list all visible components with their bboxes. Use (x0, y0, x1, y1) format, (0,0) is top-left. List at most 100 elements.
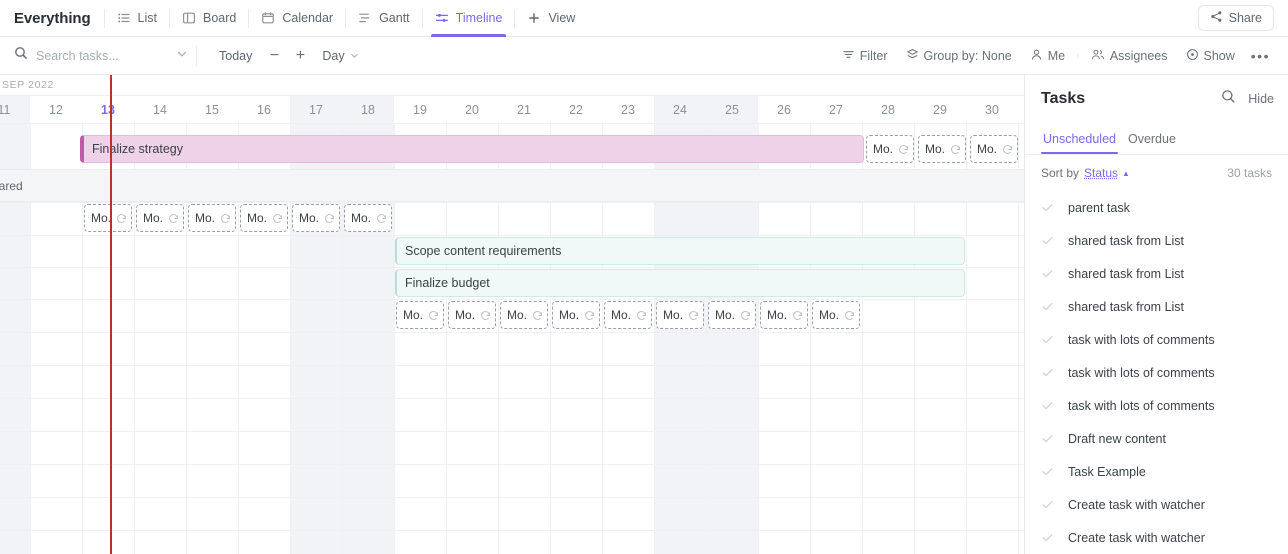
zoom-in-button[interactable]: + (288, 43, 312, 68)
timeline-milestone-chip[interactable]: Mo... (552, 301, 600, 329)
timeline-milestone-chip[interactable]: Mo... (970, 135, 1018, 163)
day-header-27[interactable]: 27 (810, 96, 862, 123)
day-header-28[interactable]: 28 (862, 96, 914, 123)
timeline-task-bar[interactable]: Finalize budget (395, 269, 965, 297)
check-icon[interactable] (1041, 234, 1054, 247)
timeline-task-bar[interactable]: Finalize strategy (80, 135, 864, 163)
list-item[interactable]: shared task from List (1025, 290, 1288, 323)
assignees-button[interactable]: Assignees (1083, 43, 1176, 68)
list-item[interactable]: parent task (1025, 191, 1288, 224)
recurring-icon (950, 144, 961, 155)
day-header-26[interactable]: 26 (758, 96, 810, 123)
scale-selector[interactable]: Day (314, 43, 366, 68)
day-header-25[interactable]: 25 (706, 96, 758, 123)
sort-caret-icon[interactable]: ▲ (1122, 169, 1130, 178)
list-item[interactable]: task with lots of comments (1025, 323, 1288, 356)
day-header-14[interactable]: 14 (134, 96, 186, 123)
tab-overdue[interactable]: Overdue (1126, 132, 1178, 154)
timeline-milestone-chip[interactable]: Mo... (240, 204, 288, 232)
search-container[interactable] (0, 37, 196, 75)
timeline-milestone-chip[interactable]: Mo... (708, 301, 756, 329)
more-options-button[interactable]: ••• (1245, 48, 1276, 64)
day-header-18[interactable]: 18 (342, 96, 394, 123)
chevron-down-icon[interactable] (176, 47, 188, 65)
tab-timeline[interactable]: Timeline (423, 0, 515, 37)
check-icon[interactable] (1041, 432, 1054, 445)
check-icon[interactable] (1041, 300, 1054, 313)
task-name: shared task from List (1068, 233, 1185, 248)
panel-hide-button[interactable]: Hide (1248, 92, 1274, 106)
me-filter-button[interactable]: Me (1022, 43, 1073, 68)
day-header-20[interactable]: 20 (446, 96, 498, 123)
day-header-21[interactable]: 21 (498, 96, 550, 123)
tab-board[interactable]: Board (170, 0, 248, 37)
grid-row-line (0, 431, 1024, 432)
check-icon[interactable] (1041, 531, 1054, 544)
check-icon[interactable] (1041, 333, 1054, 346)
add-view-button[interactable]: View (515, 0, 587, 37)
timeline-milestone-chip[interactable]: Mo... (84, 204, 132, 232)
recurring-icon (636, 310, 647, 321)
timeline-milestone-chip[interactable]: Mo... (448, 301, 496, 329)
group-by-button[interactable]: Group by: None (898, 43, 1020, 68)
list-item[interactable]: Create task with watcher (1025, 488, 1288, 521)
grid-row-line (0, 267, 1024, 268)
search-input[interactable] (36, 48, 156, 63)
day-header-22[interactable]: 22 (550, 96, 602, 123)
tab-list[interactable]: List (105, 0, 169, 37)
list-item[interactable]: shared task from List (1025, 257, 1288, 290)
list-item[interactable]: Task Example (1025, 455, 1288, 488)
check-icon[interactable] (1041, 201, 1054, 214)
timeline-milestone-chip[interactable]: Mo... (136, 204, 184, 232)
day-header-13[interactable]: 13 (82, 96, 134, 123)
timeline-milestone-chip[interactable]: Mo... (918, 135, 966, 163)
timeline-milestone-chip[interactable]: Mo... (500, 301, 548, 329)
show-button[interactable]: Show (1178, 43, 1243, 68)
day-header-24[interactable]: 24 (654, 96, 706, 123)
check-icon[interactable] (1041, 498, 1054, 511)
grid-row-line (0, 497, 1024, 498)
timeline-milestone-chip[interactable]: Mo... (292, 204, 340, 232)
list-item[interactable]: shared task from List (1025, 224, 1288, 257)
timeline-task-bar[interactable]: Scope content requirements (395, 237, 965, 265)
tasks-panel: Tasks Hide Unscheduled Overdue Sort by S… (1024, 75, 1288, 554)
day-header-29[interactable]: 29 (914, 96, 966, 123)
day-header-23[interactable]: 23 (602, 96, 654, 123)
tab-unscheduled[interactable]: Unscheduled (1041, 132, 1118, 154)
check-icon[interactable] (1041, 399, 1054, 412)
timeline-milestone-chip[interactable]: Mo... (604, 301, 652, 329)
view-bar: Everything List Board Calendar Gantt Tim… (0, 0, 1288, 37)
sort-key-button[interactable]: Status (1084, 166, 1118, 180)
panel-search-icon[interactable] (1221, 89, 1236, 109)
timeline-milestone-chip[interactable]: Mo... (396, 301, 444, 329)
day-header-19[interactable]: 19 (394, 96, 446, 123)
list-item[interactable]: task with lots of comments (1025, 356, 1288, 389)
list-item[interactable]: task with lots of comments (1025, 389, 1288, 422)
share-button[interactable]: Share (1197, 5, 1274, 31)
timeline-milestone-chip[interactable]: Mo... (866, 135, 914, 163)
day-header-11[interactable]: 11 (0, 96, 30, 123)
day-header-17[interactable]: 17 (290, 96, 342, 123)
day-header-16[interactable]: 16 (238, 96, 290, 123)
recurring-icon (688, 310, 699, 321)
chip-label: Mo... (247, 211, 268, 225)
day-header-15[interactable]: 15 (186, 96, 238, 123)
check-icon[interactable] (1041, 366, 1054, 379)
check-icon[interactable] (1041, 267, 1054, 280)
group-band-shared[interactable]: shared (0, 169, 1024, 202)
check-icon[interactable] (1041, 465, 1054, 478)
timeline-milestone-chip[interactable]: Mo... (812, 301, 860, 329)
day-header-12[interactable]: 12 (30, 96, 82, 123)
filter-button[interactable]: Filter (834, 43, 896, 68)
list-item[interactable]: Draft new content (1025, 422, 1288, 455)
timeline-milestone-chip[interactable]: Mo... (760, 301, 808, 329)
timeline-milestone-chip[interactable]: Mo... (656, 301, 704, 329)
day-header-30[interactable]: 30 (966, 96, 1018, 123)
zoom-out-button[interactable]: − (262, 43, 286, 68)
today-button[interactable]: Today (211, 43, 260, 68)
timeline-milestone-chip[interactable]: Mo... (188, 204, 236, 232)
tab-gantt[interactable]: Gantt (346, 0, 422, 37)
tab-calendar[interactable]: Calendar (249, 0, 345, 37)
timeline-milestone-chip[interactable]: Mo... (344, 204, 392, 232)
list-item[interactable]: Create task with watcher (1025, 521, 1288, 554)
